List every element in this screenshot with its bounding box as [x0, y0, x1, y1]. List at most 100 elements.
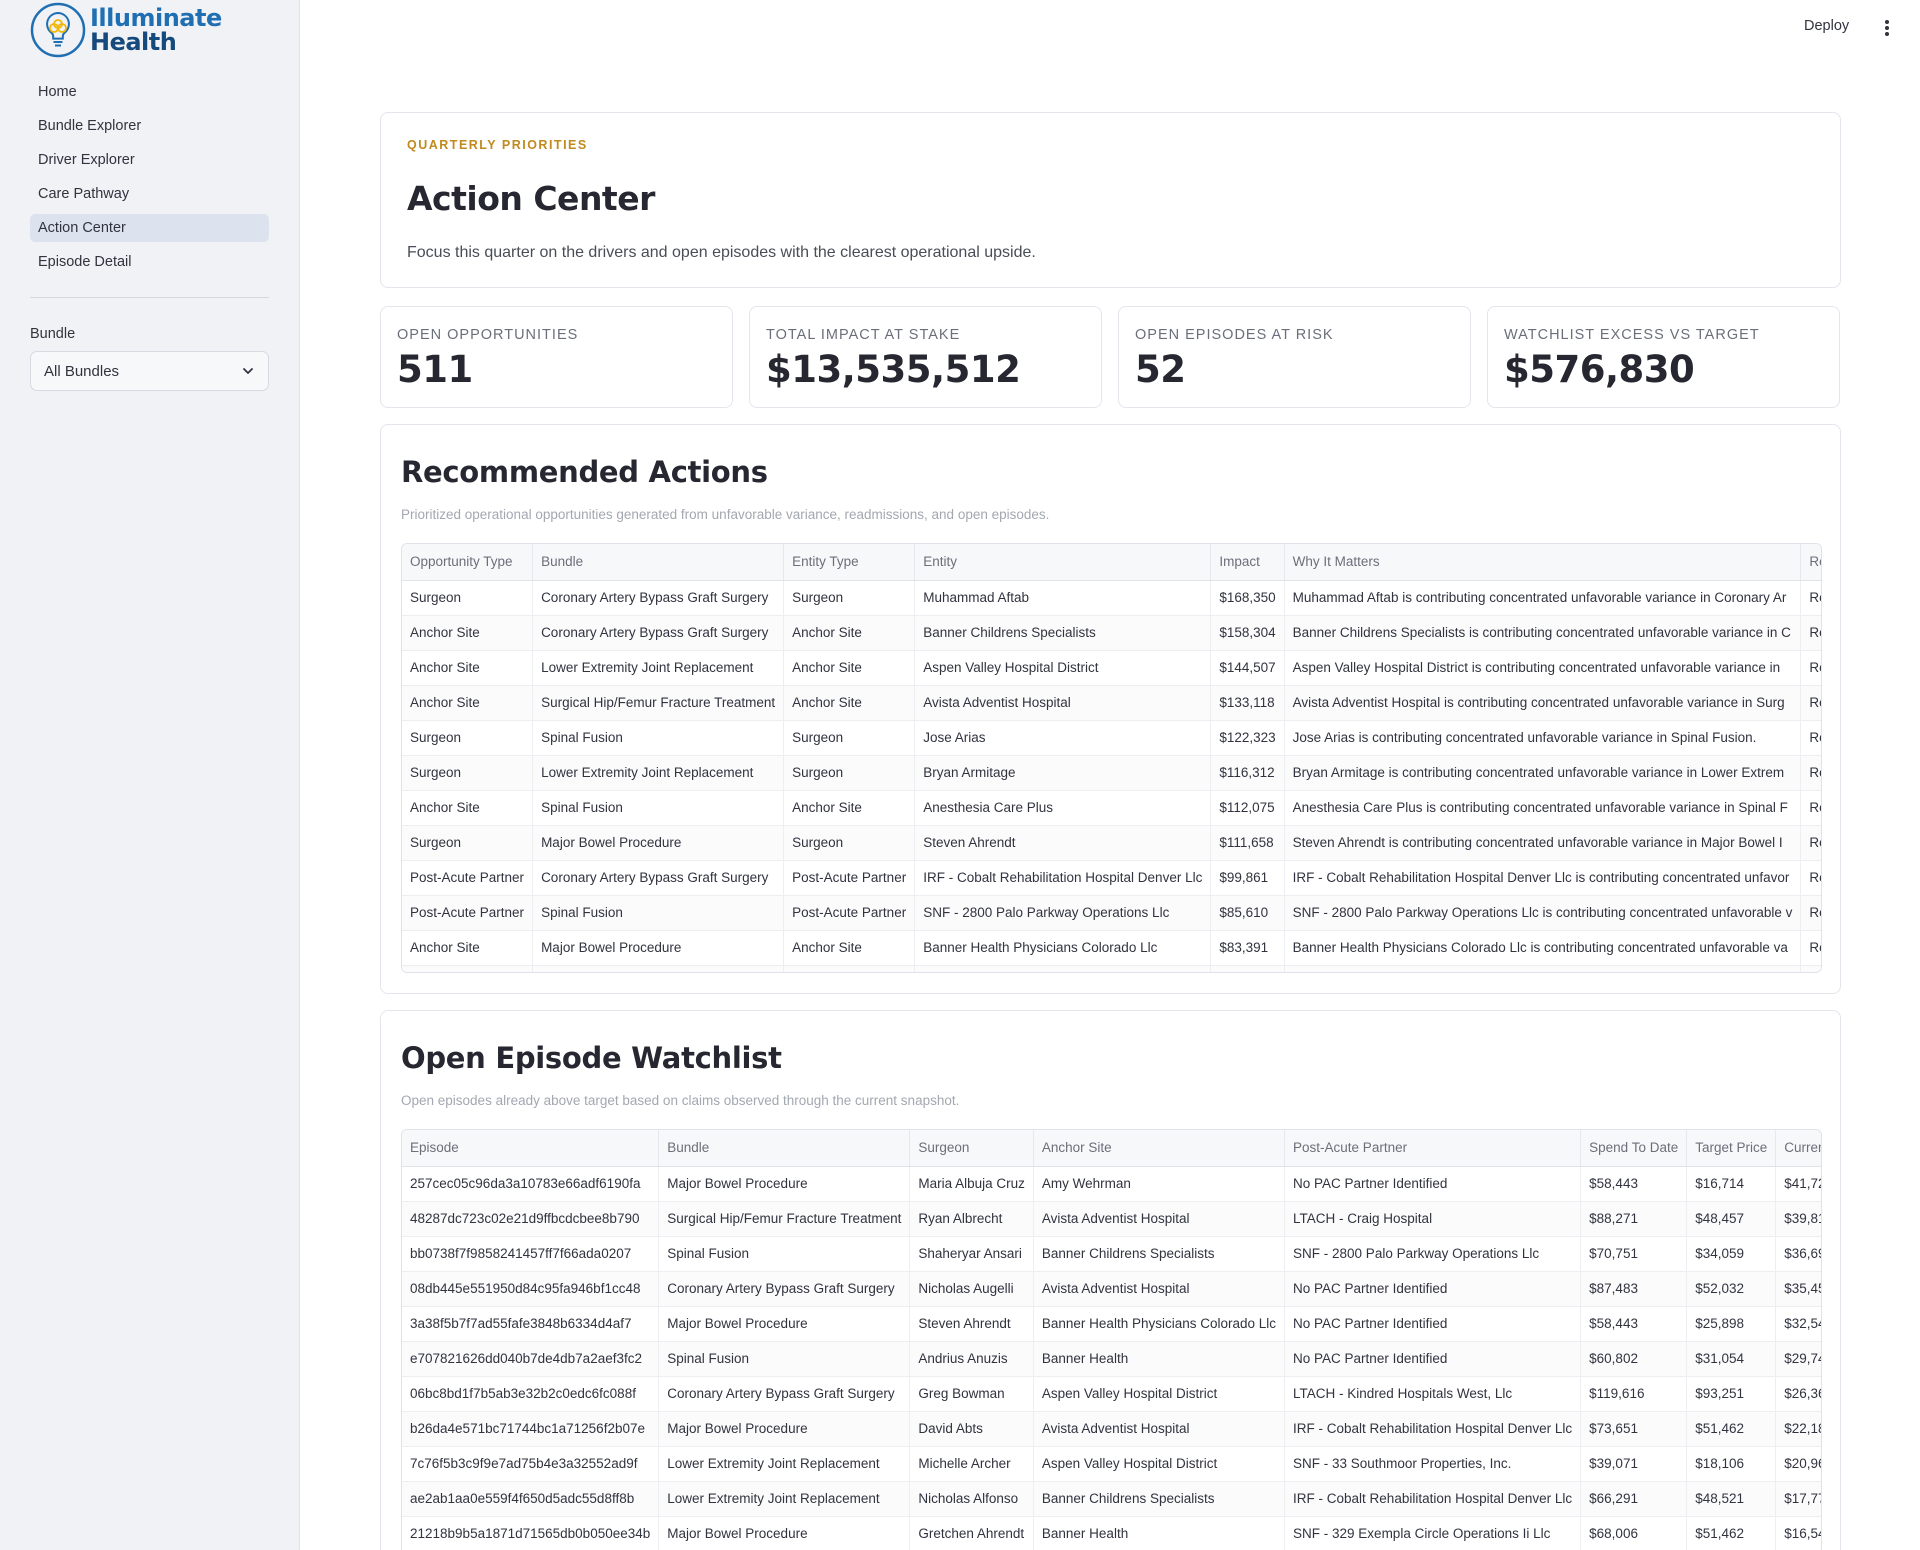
table-cell: IRF - Cobalt Rehabilitation Hospital Den… — [1284, 860, 1802, 896]
table-cell: Avista Adventist Hospital — [1033, 1411, 1286, 1447]
table-cell: No PAC Partner Identified — [1284, 1271, 1582, 1307]
column-header[interactable]: Current Va — [1775, 1130, 1821, 1167]
table-row[interactable]: 257cec05c96da3a10783e66adf6190fa Major Bo… — [402, 1166, 1821, 1202]
table-row[interactable]: e707821626dd040b7de4db7a2aef3fc2 Spinal F… — [402, 1341, 1821, 1377]
actions-table-container[interactable]: Opportunity Type Bundle Entity Type Entity I… — [401, 543, 1822, 973]
nav-item-episode-detail[interactable]: Episode Detail — [30, 248, 269, 276]
table-row[interactable]: Anchor Site Lower Extremity Joint Replace… — [402, 650, 1821, 686]
logo-line-1: Illuminate — [90, 4, 222, 32]
table-row[interactable]: Anchor Site Surgical Hip/Femur Fracture T… — [402, 685, 1821, 721]
nav-item-driver-explorer[interactable]: Driver Explorer — [30, 146, 269, 174]
table-row[interactable]: 21218b9b5a1871d71565db0b050ee34b Major Bo… — [402, 1516, 1821, 1550]
table-row[interactable]: 48287dc723c02e21d9ffbcdcbee8b790 Surgical… — [402, 1201, 1821, 1237]
table-cell: Steven Ahrendt — [914, 825, 1212, 861]
table-cell: Review — [1800, 685, 1821, 721]
table-cell: ae2ab1aa0e559f4f650d5adc55d8ff8b — [402, 1481, 660, 1517]
table-row[interactable]: Surgeon Lower Extremity Joint Replacement… — [402, 755, 1821, 791]
column-header[interactable]: Entity — [914, 544, 1212, 581]
nav-item-action-center[interactable]: Action Center — [30, 214, 269, 242]
column-header[interactable]: Recomm — [1800, 544, 1821, 581]
table-cell: Anchor Site — [402, 685, 534, 721]
nav-item-bundle-explorer[interactable]: Bundle Explorer — [30, 112, 269, 140]
table-cell: bb0738f7f9858241457ff7f66ada0207 — [402, 1236, 660, 1272]
column-header[interactable]: Target Price — [1686, 1130, 1777, 1167]
table-cell: Banner Health — [1033, 1341, 1286, 1377]
table-cell: e707821626dd040b7de4db7a2aef3fc2 — [402, 1341, 660, 1377]
chevron-down-icon — [243, 368, 253, 374]
table-cell: Surgeon — [402, 720, 534, 756]
table-row[interactable]: 7c76f5b3c9f9e7ad75b4e3a32552ad9f Lower Ex… — [402, 1446, 1821, 1482]
table-cell: $48,457 — [1686, 1201, 1777, 1237]
table-row[interactable]: bb0738f7f9858241457ff7f66ada0207 Spinal F… — [402, 1236, 1821, 1272]
table-cell: Review — [1800, 860, 1821, 896]
table-cell: Major Bowel Procedure — [658, 1306, 911, 1342]
table-cell: Major Bowel Procedure — [658, 1411, 911, 1447]
sidebar-nav: Home Bundle Explorer Driver Explorer Car… — [30, 78, 269, 282]
table-cell: $39,814 — [1775, 1201, 1821, 1237]
more-menu-icon[interactable] — [1880, 18, 1894, 42]
column-header[interactable]: Post-Acute Partner — [1284, 1130, 1582, 1167]
table-cell: Gretchen Ahrendt — [909, 1516, 1034, 1550]
table-row[interactable]: Anchor Site Spinal Fusion Anchor Site Anest… — [402, 790, 1821, 826]
table-cell: $31,054 — [1686, 1341, 1777, 1377]
metric-label: WATCHLIST EXCESS VS TARGET — [1504, 327, 1760, 343]
table-cell: $70,751 — [1580, 1236, 1688, 1272]
table-cell: Anchor Site — [402, 790, 534, 826]
table-row[interactable]: 08db445e551950d84c95fa946bf1cc48 Coronary… — [402, 1271, 1821, 1307]
table-cell: b26da4e571bc71744bc1a71256f2b07e — [402, 1411, 660, 1447]
table-row[interactable]: Surgeon Spinal Fusion Surgeon Jose Arias $12… — [402, 720, 1821, 756]
table-cell — [1800, 965, 1821, 972]
column-header[interactable]: Why It Matters — [1284, 544, 1802, 581]
watchlist-table-container[interactable]: Episode Bundle Surgeon Anchor Site Post-Acut… — [401, 1129, 1822, 1550]
table-cell — [532, 965, 785, 972]
table-cell: Maria Albuja Cruz — [909, 1166, 1034, 1202]
column-header[interactable]: Entity Type — [783, 544, 916, 581]
table-cell: Avista Adventist Hospital is contributin… — [1284, 685, 1802, 721]
table-row[interactable] — [402, 965, 1821, 972]
table-cell: $60,802 — [1580, 1341, 1688, 1377]
metric-value: 511 — [397, 348, 473, 391]
table-row[interactable]: Anchor Site Major Bowel Procedure Anchor S… — [402, 930, 1821, 966]
bundle-select[interactable]: All Bundles — [30, 351, 269, 391]
table-cell: Jose Arias is contributing concentrated … — [1284, 720, 1802, 756]
logo-line-2: Health — [90, 28, 177, 56]
column-header[interactable]: Opportunity Type — [402, 544, 534, 581]
table-cell: IRF - Cobalt Rehabilitation Hospital Den… — [914, 860, 1212, 896]
column-header[interactable]: Impact — [1210, 544, 1285, 581]
table-row[interactable]: b26da4e571bc71744bc1a71256f2b07e Major Bo… — [402, 1411, 1821, 1447]
column-header[interactable]: Episode — [402, 1130, 660, 1167]
table-cell: Review — [1800, 825, 1821, 861]
metric-value: $13,535,512 — [766, 348, 1021, 391]
table-row[interactable]: Surgeon Coronary Artery Bypass Graft Surg… — [402, 580, 1821, 616]
column-header[interactable]: Surgeon — [909, 1130, 1034, 1167]
table-cell — [783, 965, 916, 972]
table-row[interactable]: 3a38f5b7f7ad55fafe3848b6334d4af7 Major Bo… — [402, 1306, 1821, 1342]
table-row[interactable]: 06bc8bd1f7b5ab3e32b2c0edc6fc088f Coronary… — [402, 1376, 1821, 1412]
column-header[interactable]: Bundle — [532, 544, 785, 581]
table-cell: $112,075 — [1210, 790, 1285, 826]
column-header[interactable]: Spend To Date — [1580, 1130, 1688, 1167]
table-cell: Aspen Valley Hospital District — [1033, 1446, 1286, 1482]
table-cell: Amy Wehrman — [1033, 1166, 1286, 1202]
table-cell: Coronary Artery Bypass Graft Surgery — [532, 580, 785, 616]
table-cell: Muhammad Aftab is contributing concentra… — [1284, 580, 1802, 616]
table-row[interactable]: Surgeon Major Bowel Procedure Surgeon Steve… — [402, 825, 1821, 861]
logo[interactable]: Illuminate Health — [30, 0, 222, 60]
column-header[interactable]: Bundle — [658, 1130, 911, 1167]
table-cell: Michelle Archer — [909, 1446, 1034, 1482]
table-cell: Surgeon — [402, 825, 534, 861]
column-header[interactable]: Anchor Site — [1033, 1130, 1286, 1167]
table-row[interactable]: Post-Acute Partner Spinal Fusion Post-Acut… — [402, 895, 1821, 931]
table-row[interactable]: Post-Acute Partner Coronary Artery Bypass… — [402, 860, 1821, 896]
table-cell: Surgical Hip/Femur Fracture Treatment — [658, 1201, 911, 1237]
table-cell: 08db445e551950d84c95fa946bf1cc48 — [402, 1271, 660, 1307]
table-row[interactable]: ae2ab1aa0e559f4f650d5adc55d8ff8b Lower Ex… — [402, 1481, 1821, 1517]
table-row[interactable]: Anchor Site Coronary Artery Bypass Graft … — [402, 615, 1821, 651]
table-cell — [1210, 965, 1285, 972]
nav-item-home[interactable]: Home — [30, 78, 269, 106]
table-cell: $85,610 — [1210, 895, 1285, 931]
table-cell: Spinal Fusion — [658, 1341, 911, 1377]
bundle-filter-label: Bundle — [30, 326, 76, 342]
deploy-button[interactable]: Deploy — [1804, 18, 1849, 34]
nav-item-care-pathway[interactable]: Care Pathway — [30, 180, 269, 208]
